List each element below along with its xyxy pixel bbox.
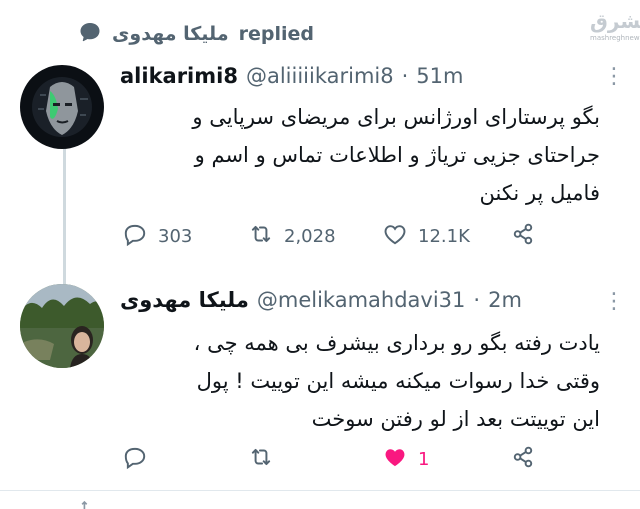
tweet-1-line-1: بگو پرستارای اورژانس برای مریضای سرپایی … [192, 105, 600, 129]
tweet-2-like-count: 1 [418, 449, 430, 470]
tweet-1-share-button[interactable] [510, 221, 536, 252]
tweet-1-retweet-button[interactable]: 2,028 [248, 221, 336, 252]
reply-context: ملیکا مهدوی replied [78, 20, 314, 48]
tweet-2-line-3: این توییتت بعد از لو رفتن سوخت [311, 407, 600, 431]
tweet-1-retweet-count: 2,028 [284, 226, 336, 247]
tweet-2-line-2: وقتی خدا رسوات میکنه میشه این توییت ! پو… [196, 369, 600, 393]
watermark-site: mashreghnews.ir [590, 34, 640, 42]
heart-filled-icon [382, 444, 408, 475]
avatar-alikarimi8[interactable] [20, 65, 104, 149]
tweet-1-display-name[interactable]: alikarimi8 [120, 64, 238, 88]
avatar-melikamahdavi31[interactable] [20, 284, 104, 368]
thread-connector-line [63, 148, 66, 284]
tweet-2-text: یادت رفته بگو رو برداری بیشرف بی همه چی … [120, 324, 600, 438]
watermark-logo: مشرق mashreghnews.ir [590, 9, 640, 44]
tweet-2-line-1: یادت رفته بگو رو برداری بیشرف بی همه چی … [193, 331, 600, 355]
retweet-icon [248, 444, 274, 475]
share-icon [510, 444, 536, 475]
retweet-icon [248, 221, 274, 252]
tweet-divider [0, 490, 640, 491]
tweet-2-retweet-button[interactable] [248, 444, 284, 475]
tweet-2-more-icon[interactable]: ⋮ [603, 291, 625, 313]
watermark-title: مشرق [590, 9, 640, 33]
tweet-1-line-2: جراحتای جزیی تریاژ و اطلاعات تماس و اسم … [194, 143, 600, 167]
context-action: replied [238, 23, 314, 45]
tweet-2-share-button[interactable] [510, 444, 536, 475]
context-replier-name[interactable]: ملیکا مهدوی [112, 23, 229, 45]
tweet-1-handle[interactable]: @aliiiiikarimi8 [246, 64, 394, 88]
tweet-2-time[interactable]: 2m [488, 288, 522, 312]
tweet-1-line-3: فامیل پر نکنن [479, 181, 600, 205]
tweet-1-like-button[interactable]: 12.1K [382, 221, 470, 252]
tweet-1-dot: · [401, 64, 409, 88]
tweet-1-header: alikarimi8 @aliiiiikarimi8 · 51m [120, 64, 463, 88]
tweet-1-time[interactable]: 51m [416, 64, 463, 88]
reply-icon [122, 221, 148, 252]
heart-icon [382, 221, 408, 252]
tweet-1-more-icon[interactable]: ⋮ [603, 66, 625, 88]
next-item-icon [78, 497, 100, 509]
tweet-2-like-button[interactable]: 1 [382, 444, 429, 475]
tweet-2-reply-button[interactable] [122, 444, 158, 475]
tweet-1-like-count: 12.1K [418, 226, 470, 247]
tweet-1-reply-button[interactable]: 303 [122, 221, 192, 252]
tweet-2-handle[interactable]: @melikamahdavi31 [257, 288, 466, 312]
reply-bubble-icon [78, 20, 102, 49]
tweet-2-dot: · [473, 288, 481, 312]
tweet-2-display-name[interactable]: ملیکا مهدوی [120, 288, 249, 312]
tweet-2-header: ملیکا مهدوی @melikamahdavi31 · 2m [120, 288, 522, 312]
reply-icon [122, 444, 148, 475]
tweet-1-reply-count: 303 [158, 226, 193, 247]
share-icon [510, 221, 536, 252]
tweet-1-text: بگو پرستارای اورژانس برای مریضای سرپایی … [120, 98, 600, 212]
